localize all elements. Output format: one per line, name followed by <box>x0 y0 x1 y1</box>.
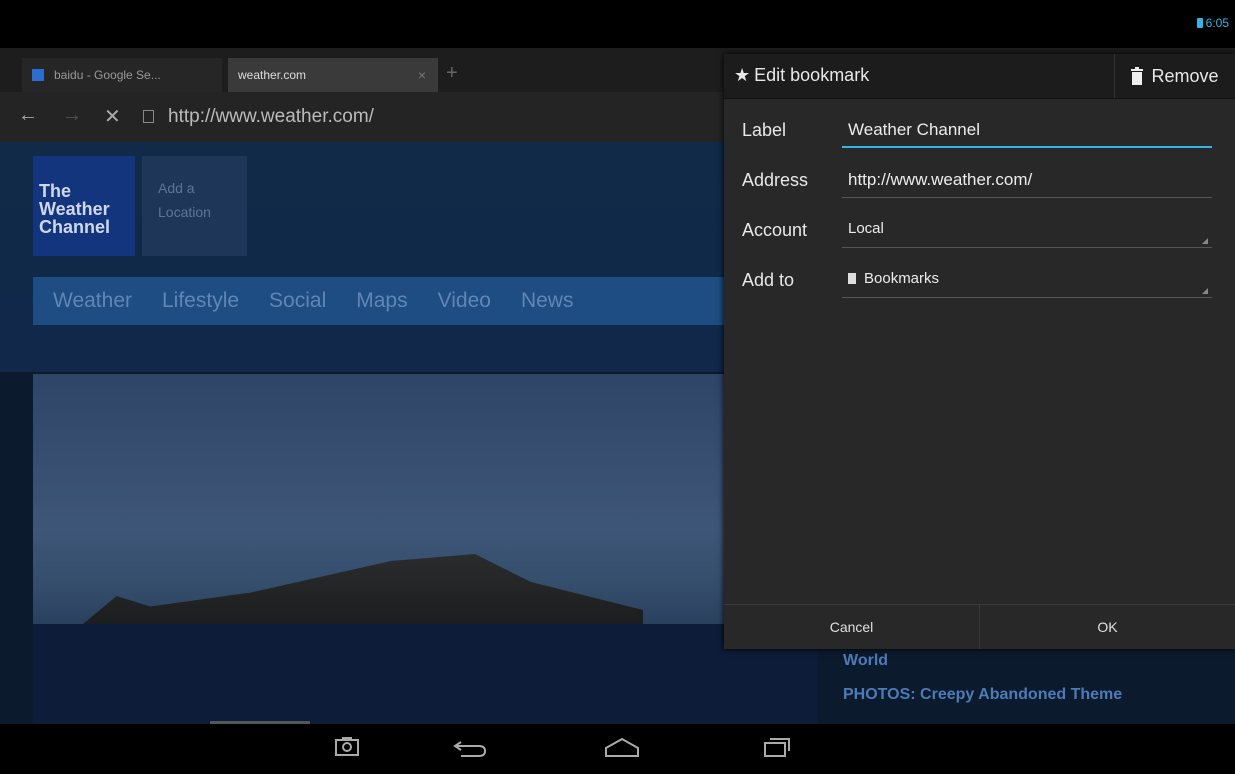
clock: 6:05 <box>1205 16 1229 30</box>
side-links: World PHOTOS: Creepy Abandoned Theme <box>843 652 1122 720</box>
add-to-label: Add to <box>742 270 795 290</box>
label-row: Label Weather Channel <box>742 110 1218 150</box>
forward-icon[interactable]: → <box>62 104 82 127</box>
tab-weather[interactable]: weather.com × <box>228 58 438 92</box>
new-tab-button[interactable]: + <box>446 62 458 85</box>
trash-icon <box>1131 67 1144 85</box>
url-input[interactable]: http://www.weather.com/ <box>168 106 374 128</box>
favicon-icon <box>32 69 44 81</box>
cancel-button[interactable]: Cancel <box>724 605 980 649</box>
home-icon[interactable] <box>604 736 640 758</box>
nav-weather[interactable]: Weather <box>53 289 132 313</box>
remove-label: Remove <box>1151 65 1219 86</box>
status-bar: 6:05 <box>0 0 1235 48</box>
label-label: Label <box>742 120 787 140</box>
remove-button[interactable]: Remove <box>1114 54 1235 98</box>
label-field[interactable]: Weather Channel <box>842 116 1212 148</box>
weather-channel-logo[interactable]: The Weather Channel <box>33 156 135 256</box>
address-label: Address <box>742 170 809 190</box>
nav-video[interactable]: Video <box>438 289 491 313</box>
nav-lifestyle[interactable]: Lifestyle <box>162 289 239 313</box>
page-icon <box>143 110 154 123</box>
island-silhouette <box>83 554 643 624</box>
back-icon[interactable]: ← <box>18 104 38 127</box>
dialog-title: Edit bookmark <box>754 65 870 85</box>
site-nav: Weather Lifestyle Social Maps Video News <box>33 277 733 325</box>
account-spinner[interactable]: Local <box>842 216 1212 248</box>
edit-bookmark-dialog: ★ Edit bookmark Remove Label Weather Cha… <box>724 54 1235 649</box>
account-row: Account Local <box>742 210 1218 250</box>
hero-image[interactable] <box>33 374 818 724</box>
nav-social[interactable]: Social <box>269 289 326 313</box>
spinner-arrow-icon <box>1202 238 1208 244</box>
recent-apps-icon[interactable] <box>763 736 791 758</box>
stop-icon[interactable]: ✕ <box>104 104 121 129</box>
nav-maps[interactable]: Maps <box>356 289 407 313</box>
star-icon: ★ <box>734 65 751 85</box>
tab-label: baidu - Google Se... <box>54 68 161 82</box>
account-label: Account <box>742 220 808 240</box>
back-nav-icon[interactable] <box>453 736 487 760</box>
close-tab-icon[interactable]: × <box>418 67 426 83</box>
dialog-title-bar: ★ Edit bookmark Remove <box>724 54 1235 99</box>
spinner-arrow-icon <box>1202 288 1208 294</box>
screenshot-icon[interactable] <box>334 736 360 758</box>
address-row: Address http://www.weather.com/ <box>742 160 1218 200</box>
ok-button[interactable]: OK <box>980 605 1235 649</box>
link-photos[interactable]: PHOTOS: Creepy Abandoned Theme <box>843 686 1122 704</box>
system-nav-bar <box>0 724 1235 774</box>
sea <box>33 624 818 724</box>
tab-baidu[interactable]: baidu - Google Se... <box>22 58 222 92</box>
status-area: 6:05 <box>1196 16 1229 30</box>
battery-icon <box>1196 18 1203 28</box>
folder-spinner[interactable]: Bookmarks <box>842 266 1212 298</box>
bookmark-icon <box>848 273 856 284</box>
link-world[interactable]: World <box>843 652 1122 670</box>
nav-news[interactable]: News <box>521 289 574 313</box>
tab-label: weather.com <box>238 68 307 82</box>
address-field[interactable]: http://www.weather.com/ <box>842 166 1212 198</box>
add-to-row: Add to Bookmarks <box>742 260 1218 300</box>
add-location-button[interactable]: Add a Location <box>142 156 247 256</box>
dialog-buttons: Cancel OK <box>724 604 1235 649</box>
